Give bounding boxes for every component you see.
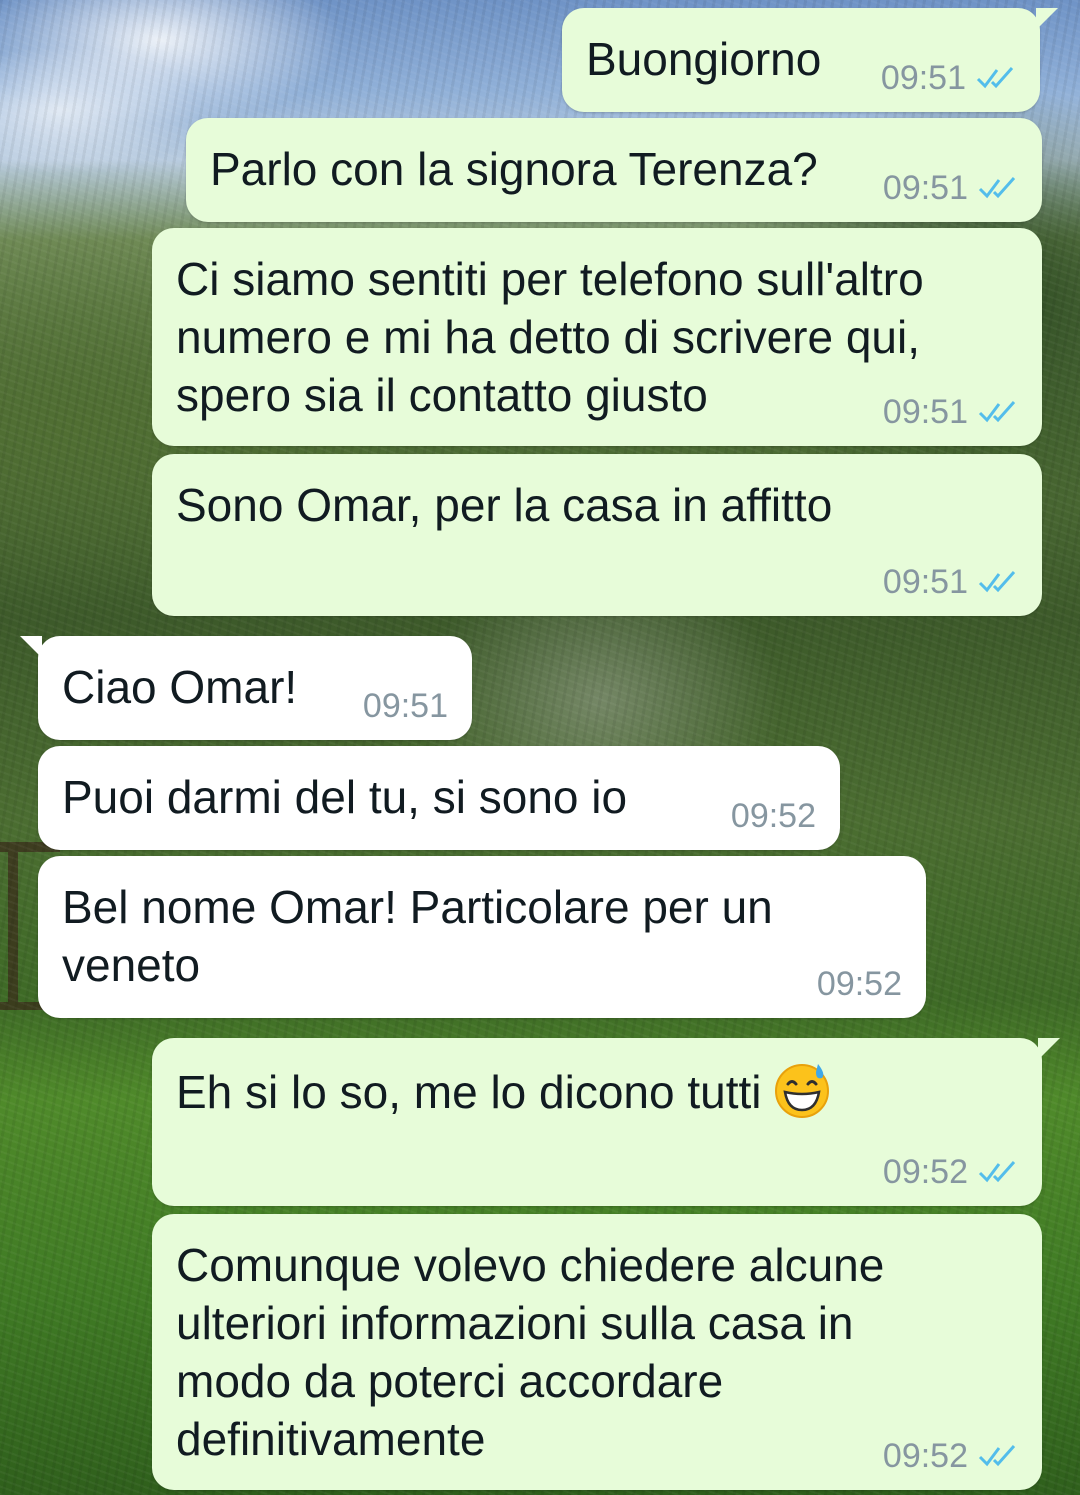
message-time: 09:51 [880,59,966,97]
message-bubble-outgoing[interactable]: Parlo con la signora Terenza? 09:51 [186,118,1042,222]
message-meta: 09:52 [731,798,816,834]
bubble-tail [1036,8,1058,30]
bubble-tail [1038,1038,1060,1060]
message-meta: 09:51 [881,60,1018,96]
message-time: 09:51 [882,393,968,431]
message-time: 09:51 [882,169,968,207]
message-bubble-outgoing[interactable]: Buongiorno 09:51 [562,8,1058,112]
double-check-read-icon [976,67,1014,89]
message-bubble-outgoing[interactable]: Ci siamo sentiti per telefono sull'altro… [152,228,1042,446]
message-text-content: Eh si lo so, me lo dicono tutti [176,1066,762,1118]
message-meta: 09:52 [817,966,902,1002]
double-check-read-icon [978,1161,1016,1183]
message-meta: 09:51 [363,688,448,724]
message-time: 09:51 [362,687,448,725]
bubble-tail [20,636,42,658]
message-meta: 09:52 [883,1154,1020,1190]
message-bubble-incoming[interactable]: Puoi darmi del tu, si sono io 09:52 [38,746,840,850]
message-bubble-outgoing[interactable]: Sono Omar, per la casa in affitto 09:51 [152,454,1042,616]
double-check-read-icon [978,177,1016,199]
double-check-read-icon [978,1445,1016,1467]
message-text: Ci siamo sentiti per telefono sull'altro… [176,253,924,421]
message-meta: 09:52 [883,1438,1020,1474]
message-time: 09:51 [882,563,968,601]
message-meta: 09:51 [883,564,1020,600]
message-time: 09:52 [882,1437,968,1475]
message-bubble-incoming[interactable]: Bel nome Omar! Particolare per un veneto… [38,856,926,1018]
message-meta: 09:51 [883,170,1020,206]
message-text: Sono Omar, per la casa in affitto [176,479,833,531]
message-bubble-outgoing[interactable]: Comunque volevo chiedere alcune ulterior… [152,1214,1042,1490]
message-text: Eh si lo so, me lo dicono tutti [176,1060,1018,1121]
message-time: 09:52 [882,1153,968,1191]
message-time: 09:52 [730,797,816,835]
message-bubble-outgoing[interactable]: Eh si lo so, me lo dicono tutti 09:52 [152,1038,1060,1206]
message-time: 09:52 [816,965,902,1003]
message-text: Bel nome Omar! Particolare per un veneto [62,881,773,991]
message-text: Comunque volevo chiedere alcune ulterior… [176,1239,885,1465]
double-check-read-icon [978,571,1016,593]
message-bubble-incoming[interactable]: Ciao Omar! 09:51 [20,636,472,740]
grinning-face-with-sweat-emoji [774,1064,829,1118]
double-check-read-icon [978,401,1016,423]
message-meta: 09:51 [883,394,1020,430]
message-text: Puoi darmi del tu, si sono io [62,771,628,823]
